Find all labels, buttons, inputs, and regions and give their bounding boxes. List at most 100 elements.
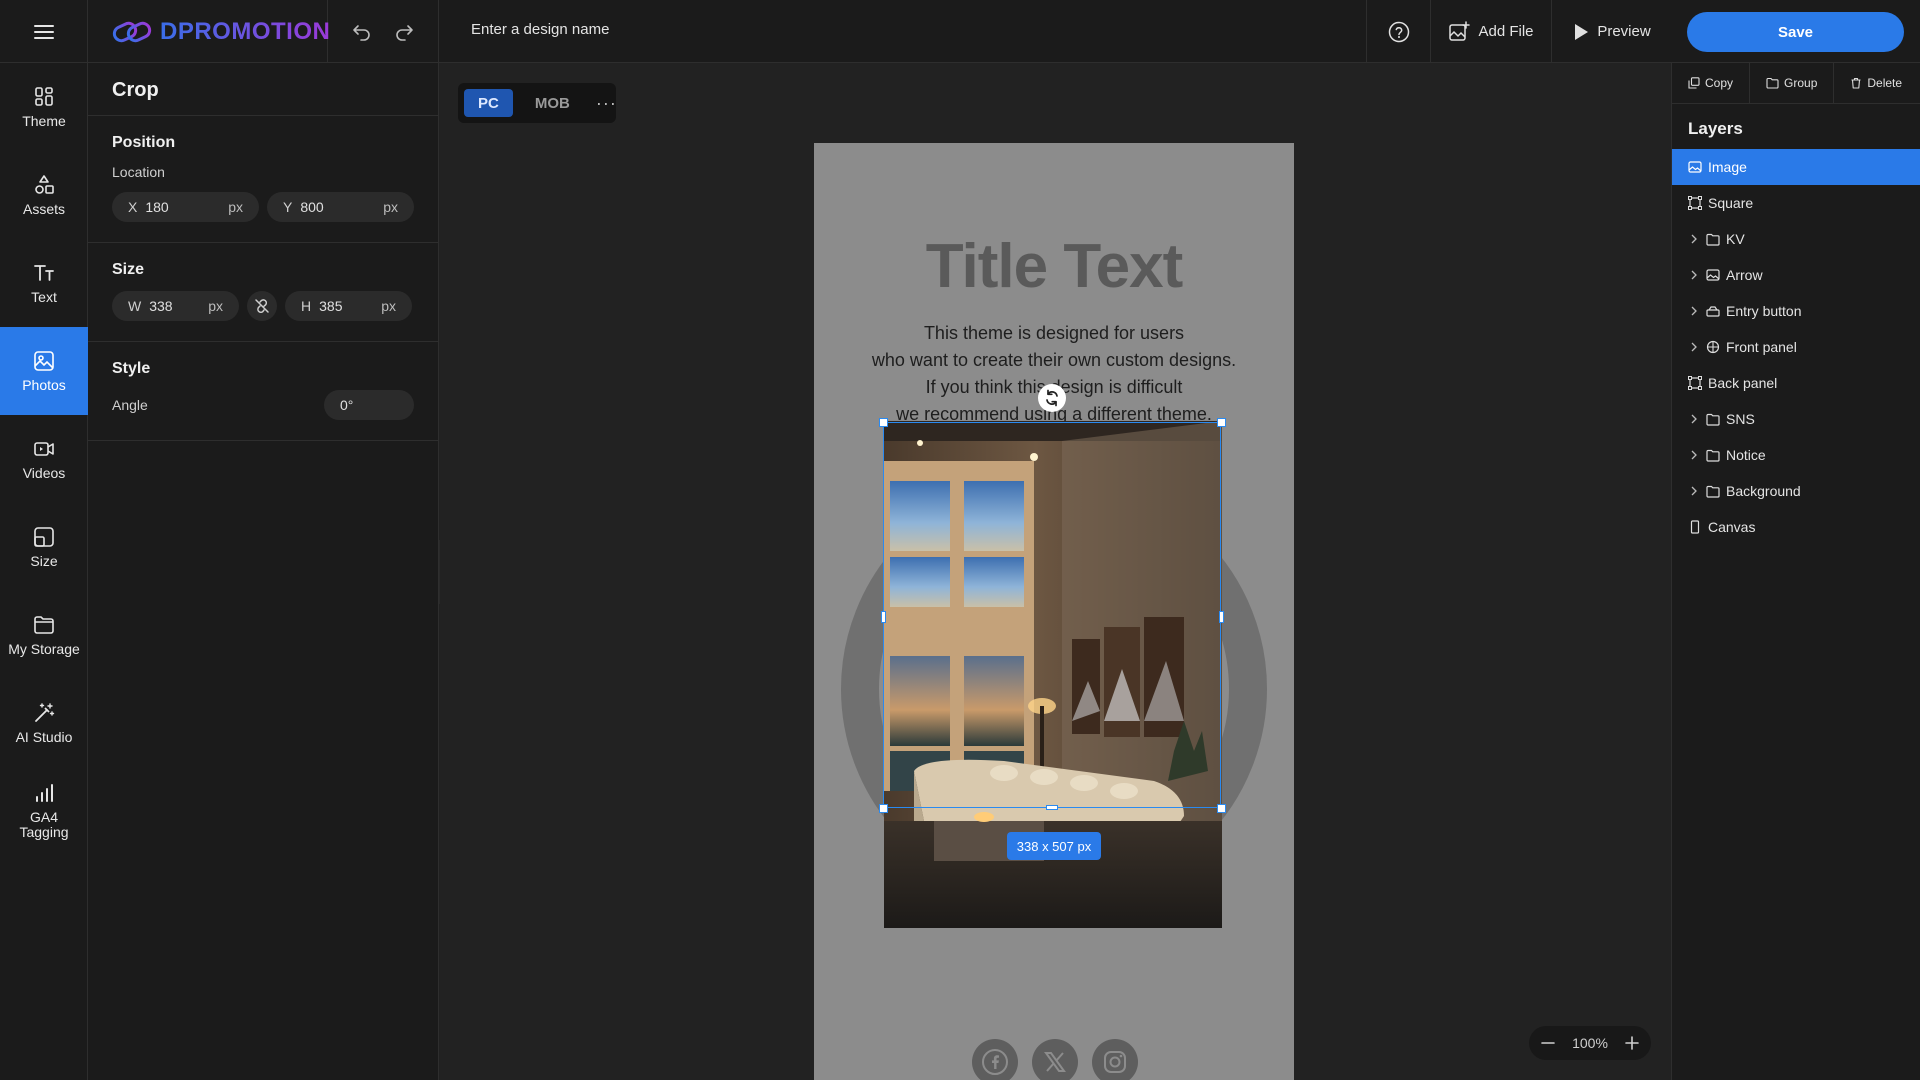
artboard-title-text[interactable]: Title Text [814, 231, 1294, 302]
nav-theme[interactable]: Theme [0, 63, 88, 151]
layer-kv[interactable]: KV [1672, 221, 1920, 257]
preview-button[interactable]: Preview [1551, 0, 1672, 63]
height-field[interactable]: H 385 px [285, 291, 412, 321]
x-position-field[interactable]: X 180 px [112, 192, 259, 222]
layer-label: Square [1708, 195, 1754, 211]
size-icon [33, 526, 55, 548]
resize-handle-top-left[interactable] [879, 418, 888, 427]
layer-back-panel[interactable]: Back panel [1672, 365, 1920, 401]
layer-sns[interactable]: SNS [1672, 401, 1920, 437]
layer-image[interactable]: Image [1672, 149, 1920, 185]
size-section: Size W 338 px H 385 px [88, 243, 438, 342]
folder-icon [1706, 449, 1720, 462]
x-icon[interactable] [1032, 1039, 1078, 1080]
instagram-icon[interactable] [1092, 1039, 1138, 1080]
group-button[interactable]: Group [1750, 62, 1835, 104]
image-icon [1706, 268, 1720, 282]
play-icon [1573, 23, 1589, 41]
nav-photos[interactable]: Photos [0, 327, 88, 415]
layer-label: Arrow [1726, 267, 1763, 283]
layer-background[interactable]: Background [1672, 473, 1920, 509]
x-value: 180 [145, 199, 169, 215]
chevron-right-icon[interactable] [1688, 342, 1700, 352]
app-logo[interactable]: DPROMOTION [88, 0, 330, 63]
image-icon [1688, 160, 1702, 174]
folder-icon [1766, 77, 1779, 89]
layer-front-panel[interactable]: Front panel [1672, 329, 1920, 365]
layer-label: Back panel [1708, 375, 1778, 391]
undo-icon[interactable] [352, 23, 372, 41]
help-icon [1388, 21, 1410, 43]
nav-text[interactable]: Text [0, 239, 88, 327]
canvas-icon [1688, 520, 1702, 534]
facebook-icon[interactable] [972, 1039, 1018, 1080]
chevron-right-icon[interactable] [1688, 234, 1700, 244]
design-name-input[interactable]: Enter a design name [471, 21, 609, 38]
add-file-button[interactable]: Add File [1430, 0, 1551, 63]
chevron-right-icon[interactable] [1688, 270, 1700, 280]
layer-entry-button[interactable]: Entry button [1672, 293, 1920, 329]
width-field[interactable]: W 338 px [112, 291, 239, 321]
logo-mark-icon [112, 20, 152, 44]
text-icon [33, 262, 55, 284]
resize-handle-top-right[interactable] [1217, 418, 1226, 427]
layer-arrow[interactable]: Arrow [1672, 257, 1920, 293]
left-navigation: Theme Assets Text Photos Videos Size My … [0, 63, 88, 1080]
resize-handle-bottom-left[interactable] [879, 804, 888, 813]
layer-canvas[interactable]: Canvas [1672, 509, 1920, 545]
resize-handle-right[interactable] [1219, 611, 1224, 623]
delete-label: Delete [1867, 76, 1903, 90]
angle-field[interactable]: 0° [324, 390, 414, 420]
resize-handle-bottom-right[interactable] [1217, 804, 1226, 813]
nav-ga4-tagging[interactable]: GA4 Tagging [0, 767, 88, 855]
w-unit: px [208, 298, 223, 314]
y-value: 800 [300, 199, 324, 215]
rotate-handle[interactable] [1038, 384, 1066, 412]
copy-button[interactable]: Copy [1672, 62, 1751, 104]
chevron-right-icon[interactable] [1688, 486, 1700, 496]
theme-icon [33, 86, 55, 108]
chevron-right-icon[interactable] [1688, 306, 1700, 316]
chevron-right-icon[interactable] [1688, 450, 1700, 460]
layer-notice[interactable]: Notice [1672, 437, 1920, 473]
device-tab-mob[interactable]: MOB [521, 89, 584, 117]
aspect-lock-button[interactable] [247, 291, 277, 321]
hamburger-icon [33, 24, 54, 40]
group-label: Group [1784, 76, 1818, 90]
folder-icon [1706, 233, 1720, 246]
angle-label: Angle [112, 397, 148, 413]
zoom-control: 100% [1529, 1026, 1651, 1060]
crop-panel: Crop Position Location X 180 px Y 800 px… [88, 63, 439, 1080]
nav-size[interactable]: Size [0, 503, 88, 591]
nav-videos[interactable]: Videos [0, 415, 88, 503]
y-position-field[interactable]: Y 800 px [267, 192, 414, 222]
unlink-icon [253, 297, 271, 315]
y-label: Y [283, 199, 293, 215]
redo-icon[interactable] [394, 23, 414, 41]
resize-handle-bottom[interactable] [1046, 805, 1058, 810]
assets-icon [33, 174, 55, 196]
w-value: 338 [149, 298, 173, 314]
history-controls [328, 0, 439, 63]
zoom-in-icon[interactable] [1625, 1036, 1639, 1050]
help-button[interactable] [1366, 0, 1430, 63]
canvas-workspace[interactable]: PC MOB ··· Title Text This theme is desi… [440, 63, 1671, 1080]
save-button[interactable]: Save [1687, 12, 1904, 52]
zoom-out-icon[interactable] [1541, 1036, 1555, 1050]
nav-my-storage[interactable]: My Storage [0, 591, 88, 679]
menu-button[interactable] [0, 0, 88, 63]
more-options-icon[interactable]: ··· [592, 93, 621, 114]
style-section: Style Angle 0° [88, 342, 438, 441]
chevron-right-icon[interactable] [1688, 414, 1700, 424]
resize-handle-left[interactable] [881, 611, 886, 623]
style-heading: Style [112, 360, 151, 377]
nav-ai-studio[interactable]: AI Studio [0, 679, 88, 767]
nav-assets[interactable]: Assets [0, 151, 88, 239]
layer-square[interactable]: Square [1672, 185, 1920, 221]
layer-label: KV [1726, 231, 1745, 247]
h-value: 385 [319, 298, 343, 314]
layer-label: SNS [1726, 411, 1755, 427]
size-heading: Size [112, 261, 145, 278]
delete-button[interactable]: Delete [1834, 63, 1918, 104]
device-tab-pc[interactable]: PC [464, 89, 513, 117]
